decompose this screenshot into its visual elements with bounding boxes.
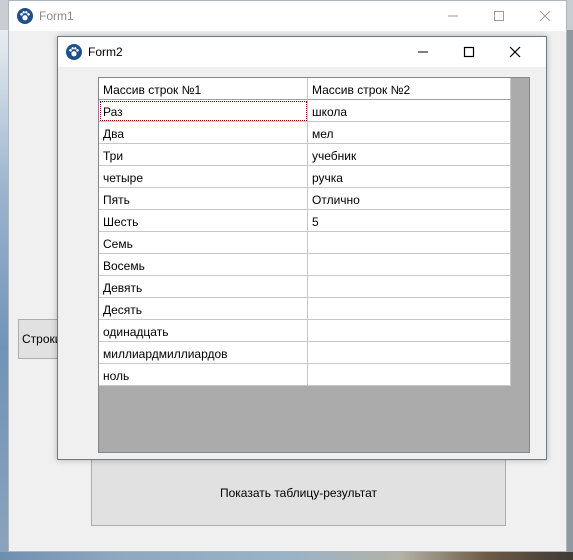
grid-cell[interactable]: одинадцать bbox=[99, 320, 308, 342]
grid-cell[interactable] bbox=[308, 254, 511, 276]
grid-cell[interactable] bbox=[308, 320, 511, 342]
table-row: Семь bbox=[99, 232, 511, 254]
grid-cell[interactable]: Семь bbox=[99, 232, 308, 254]
table-row: ноль bbox=[99, 364, 511, 386]
form1-maximize-button[interactable] bbox=[476, 1, 522, 31]
grid-cell[interactable]: школа bbox=[308, 100, 511, 122]
grid-cell[interactable]: Раз bbox=[99, 100, 308, 122]
grid-cell[interactable]: миллиардмиллиардов bbox=[99, 342, 308, 364]
maximize-icon bbox=[494, 11, 504, 21]
grid-cell[interactable]: Три bbox=[99, 144, 308, 166]
grid-cell[interactable]: ноль bbox=[99, 364, 308, 386]
table-row: четыре ручка bbox=[99, 166, 511, 188]
form1-minimize-button[interactable] bbox=[430, 1, 476, 31]
form2-close-button[interactable] bbox=[492, 37, 538, 67]
table-row: Раз школа bbox=[99, 100, 511, 122]
form2-maximize-button[interactable] bbox=[446, 37, 492, 67]
form2-titlebar[interactable]: Form2 bbox=[58, 37, 546, 67]
data-grid[interactable]: Массив строк №1 Массив строк №2 Раз школ… bbox=[98, 77, 530, 453]
grid-cell[interactable]: ручка bbox=[308, 166, 511, 188]
table-row: Восемь bbox=[99, 254, 511, 276]
grid-cell[interactable] bbox=[308, 364, 511, 386]
grid-cell[interactable] bbox=[308, 276, 511, 298]
grid-cell[interactable]: учебник bbox=[308, 144, 511, 166]
paw-icon bbox=[17, 8, 33, 24]
desktop-background-bottom bbox=[0, 552, 573, 560]
table-row: Девять bbox=[99, 276, 511, 298]
table-row: миллиардмиллиардов bbox=[99, 342, 511, 364]
close-icon bbox=[539, 10, 551, 22]
form1-close-button[interactable] bbox=[522, 1, 568, 31]
column-header-2[interactable]: Массив строк №2 bbox=[308, 78, 511, 100]
grid-cell[interactable] bbox=[308, 232, 511, 254]
close-icon bbox=[509, 46, 521, 58]
grid-cell[interactable]: мел bbox=[308, 122, 511, 144]
form1-title: Form1 bbox=[39, 9, 74, 23]
minimize-icon bbox=[448, 15, 458, 17]
table-row: Пять Отлично bbox=[99, 188, 511, 210]
table-row: Два мел bbox=[99, 122, 511, 144]
data-grid-body: Массив строк №1 Массив строк №2 Раз школ… bbox=[99, 78, 511, 386]
grid-cell[interactable] bbox=[308, 298, 511, 320]
grid-cell[interactable]: Отлично bbox=[308, 188, 511, 210]
grid-cell[interactable]: Шесть bbox=[99, 210, 308, 232]
grid-cell[interactable] bbox=[308, 342, 511, 364]
paw-icon bbox=[66, 44, 82, 60]
form1-titlebar[interactable]: Form1 bbox=[9, 1, 566, 31]
grid-cell[interactable]: Пять bbox=[99, 188, 308, 210]
minimize-icon bbox=[418, 51, 428, 53]
grid-cell[interactable]: Десять bbox=[99, 298, 308, 320]
grid-cell[interactable]: 5 bbox=[308, 210, 511, 232]
table-row: одинадцать bbox=[99, 320, 511, 342]
grid-cell[interactable]: четыре bbox=[99, 166, 308, 188]
table-row: Три учебник bbox=[99, 144, 511, 166]
grid-cell[interactable]: Восемь bbox=[99, 254, 308, 276]
grid-header-row: Массив строк №1 Массив строк №2 bbox=[99, 78, 511, 100]
column-header-1[interactable]: Массив строк №1 bbox=[99, 78, 308, 100]
desktop-background-left bbox=[0, 30, 8, 560]
form2-minimize-button[interactable] bbox=[400, 37, 446, 67]
maximize-icon bbox=[463, 46, 475, 58]
show-result-table-button[interactable]: Показать таблицу-результат bbox=[91, 459, 506, 526]
grid-cell[interactable]: Два bbox=[99, 122, 308, 144]
grid-cell[interactable]: Девять bbox=[99, 276, 308, 298]
desktop-background-right bbox=[567, 30, 573, 560]
form2-window: Form2 Массив строк №1 Массив строк №2 Ра… bbox=[57, 36, 547, 460]
table-row: Шесть 5 bbox=[99, 210, 511, 232]
table-row: Десять bbox=[99, 298, 511, 320]
form2-title: Form2 bbox=[88, 45, 123, 59]
